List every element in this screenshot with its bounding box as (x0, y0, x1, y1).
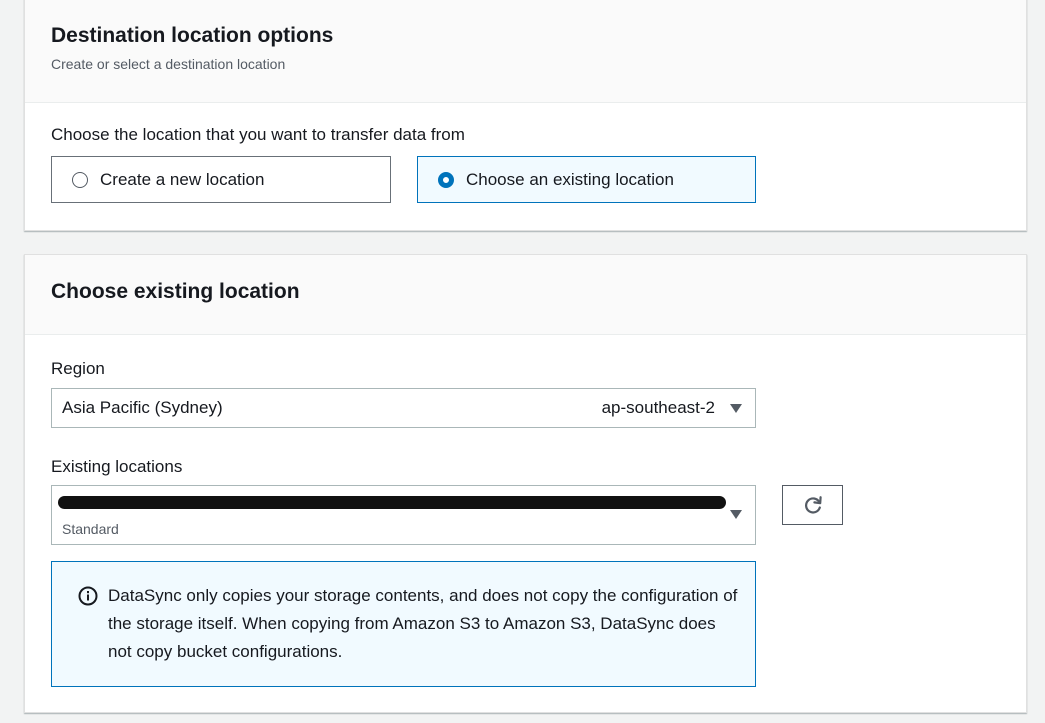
info-alert-text: DataSync only copies your storage conten… (108, 586, 738, 661)
refresh-icon (804, 496, 822, 514)
choose-existing-location-option[interactable]: Choose an existing location (417, 156, 756, 203)
existing-locations-select[interactable]: Standard (51, 485, 756, 545)
region-code: ap-southeast-2 (601, 398, 715, 417)
radio-checked-icon[interactable] (438, 171, 454, 188)
existing-location-header: Choose existing location (25, 255, 1026, 335)
create-new-location-option[interactable]: Create a new location (51, 156, 391, 203)
region-label: Region (51, 359, 105, 378)
location-storage-class: Standard (62, 521, 119, 537)
caret-down-icon (730, 510, 742, 519)
existing-locations-label: Existing locations (51, 457, 183, 476)
destination-options-title: Destination location options (51, 24, 334, 47)
region-select[interactable]: Asia Pacific (Sydney) ap-southeast-2 (51, 388, 756, 428)
destination-options-panel: Destination location options Create or s… (24, 0, 1027, 231)
caret-down-icon (730, 404, 742, 413)
info-alert: DataSync only copies your storage conten… (51, 561, 756, 687)
refresh-button[interactable] (782, 485, 843, 525)
choose-existing-location-label: Choose an existing location (466, 169, 674, 189)
existing-location-panel: Choose existing location Region Asia Pac… (24, 254, 1027, 713)
redacted-location-value (58, 496, 726, 509)
region-value: Asia Pacific (Sydney) (62, 398, 223, 417)
create-new-location-label: Create a new location (100, 169, 265, 189)
destination-options-description: Create or select a destination location (51, 56, 286, 72)
radio-unchecked-icon[interactable] (72, 171, 88, 188)
destination-options-header: Destination location options Create or s… (25, 0, 1026, 103)
existing-location-title: Choose existing location (51, 280, 300, 303)
info-icon (78, 586, 98, 606)
transfer-question-label: Choose the location that you want to tra… (51, 125, 465, 144)
